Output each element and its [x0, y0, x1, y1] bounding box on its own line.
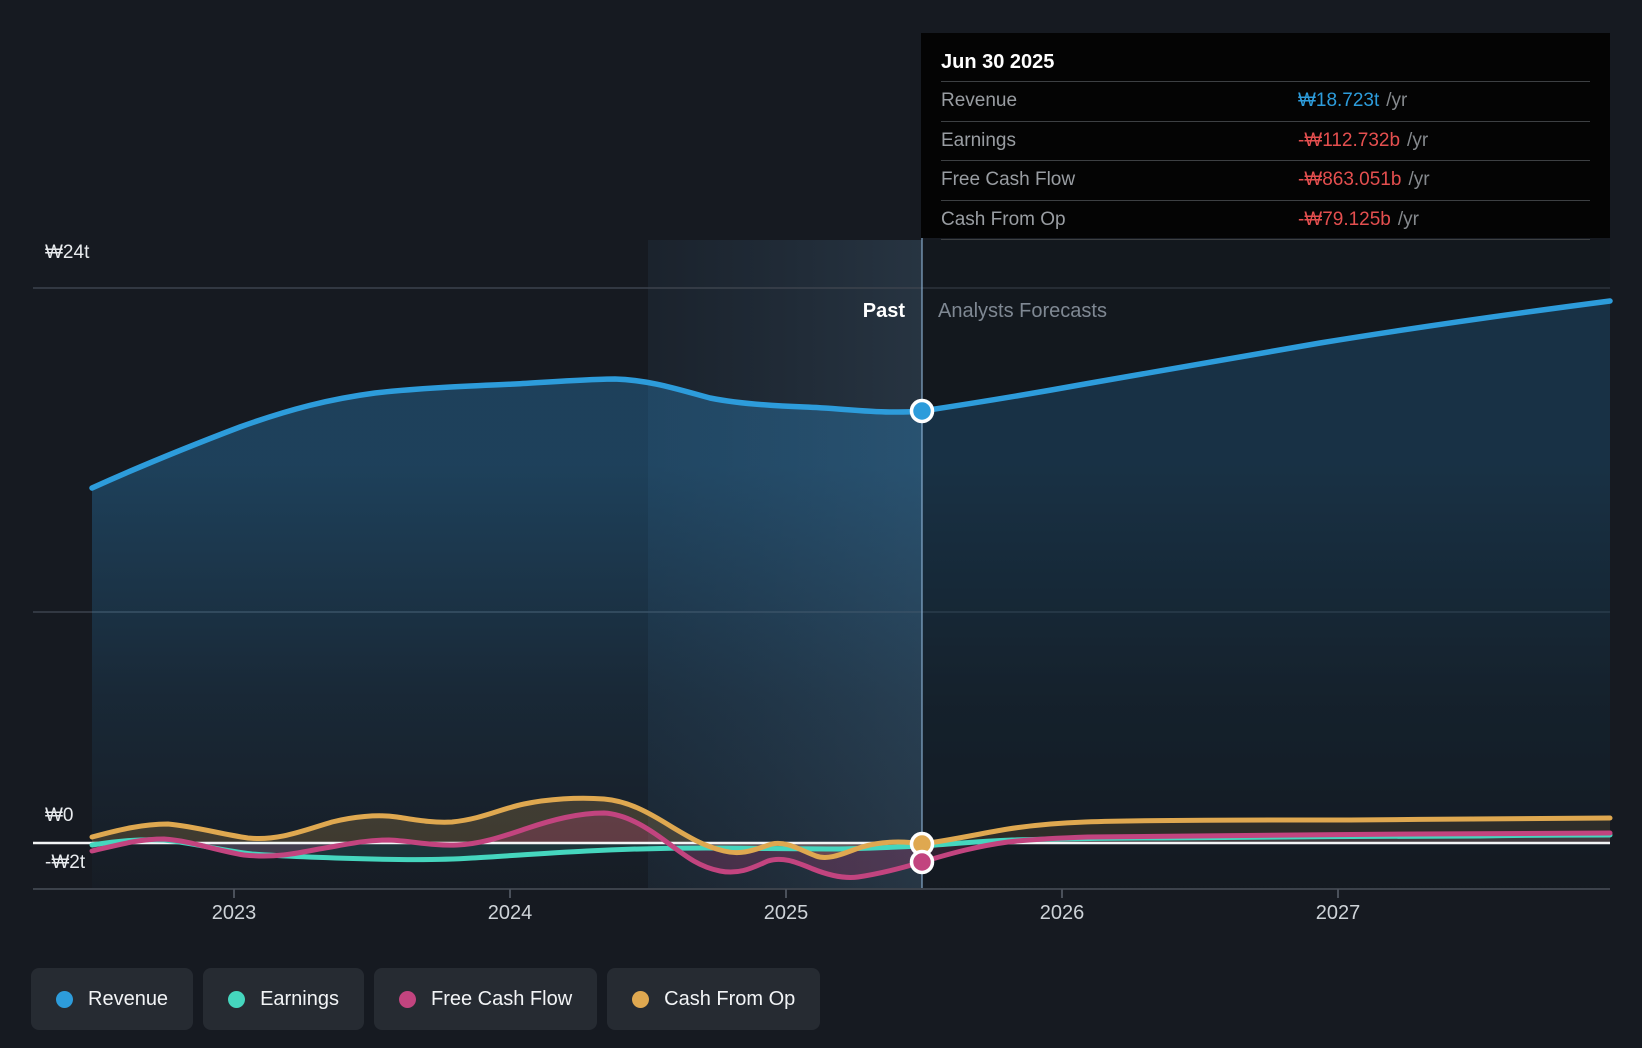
- tooltip-value: -₩79.125b: [1297, 208, 1391, 230]
- legend-label: Cash From Op: [664, 987, 796, 1010]
- x-axis-label-2026: 2026: [1039, 902, 1085, 924]
- legend-item-cash-from-op[interactable]: Cash From Op: [607, 968, 821, 1030]
- tooltip-row-earnings: Earnings -₩112.732b /yr: [941, 122, 1590, 161]
- x-axis-label-2027: 2027: [1315, 902, 1361, 924]
- cash-from-op-dot-icon: [632, 990, 650, 1008]
- x-axis-label-2024: 2024: [487, 902, 533, 924]
- tooltip-suffix: /yr: [1408, 169, 1430, 191]
- legend-label: Earnings: [260, 987, 339, 1010]
- earnings-dot-icon: [228, 990, 246, 1008]
- tooltip-row-free-cash-flow: Free Cash Flow -₩863.051b /yr: [941, 161, 1590, 201]
- legend-label: Revenue: [88, 987, 169, 1010]
- legend-item-free-cash-flow[interactable]: Free Cash Flow: [374, 968, 598, 1030]
- tooltip-row-cash-from-op: Cash From Op -₩79.125b /yr: [941, 201, 1590, 240]
- free-cash-flow-marker[interactable]: [909, 849, 935, 875]
- x-axis-ticks: [233, 889, 1339, 898]
- tooltip-suffix: /yr: [1386, 90, 1408, 112]
- tooltip-suffix: /yr: [1407, 129, 1429, 151]
- tooltip-value: -₩112.732b: [1297, 129, 1401, 151]
- tooltip-label: Cash From Op: [941, 208, 1066, 230]
- revenue-dot-icon: [56, 990, 73, 1008]
- y-axis-label-24t: ₩24t: [45, 242, 90, 263]
- y-axis-label-0: ₩0: [45, 805, 74, 826]
- past-label: Past: [862, 300, 905, 322]
- growth-chart-page: ₩24t ₩0 -₩2t Past Analysts Forecasts 202…: [0, 0, 1642, 1048]
- tooltip-label: Earnings: [941, 129, 1016, 151]
- legend-item-revenue[interactable]: Revenue: [31, 968, 194, 1030]
- tooltip-label: Revenue: [941, 90, 1018, 112]
- analysts-forecasts-label: Analysts Forecasts: [938, 300, 1107, 322]
- legend-label: Free Cash Flow: [431, 987, 573, 1010]
- legend: Revenue Earnings Free Cash Flow Cash Fro…: [31, 968, 821, 1030]
- tooltip-row-revenue: Revenue ₩18.723t /yr: [941, 82, 1590, 122]
- free-cash-flow-dot-icon: [399, 990, 416, 1008]
- hover-tooltip: Jun 30 2025 Revenue ₩18.723t /yr Earning…: [921, 33, 1610, 240]
- tooltip-label: Free Cash Flow: [941, 169, 1076, 191]
- forecast-region-overlay: [922, 240, 1610, 889]
- tooltip-date: Jun 30 2025: [941, 43, 1590, 82]
- x-axis-label-2023: 2023: [211, 902, 257, 924]
- x-axis-label-2025: 2025: [763, 902, 809, 924]
- tooltip-value: ₩18.723t: [1297, 90, 1380, 112]
- legend-item-earnings[interactable]: Earnings: [203, 968, 364, 1030]
- tooltip-value: -₩863.051b: [1297, 169, 1402, 191]
- y-axis-label-neg2t: -₩2t: [45, 852, 86, 873]
- tooltip-suffix: /yr: [1397, 208, 1419, 230]
- revenue-marker[interactable]: [909, 398, 935, 424]
